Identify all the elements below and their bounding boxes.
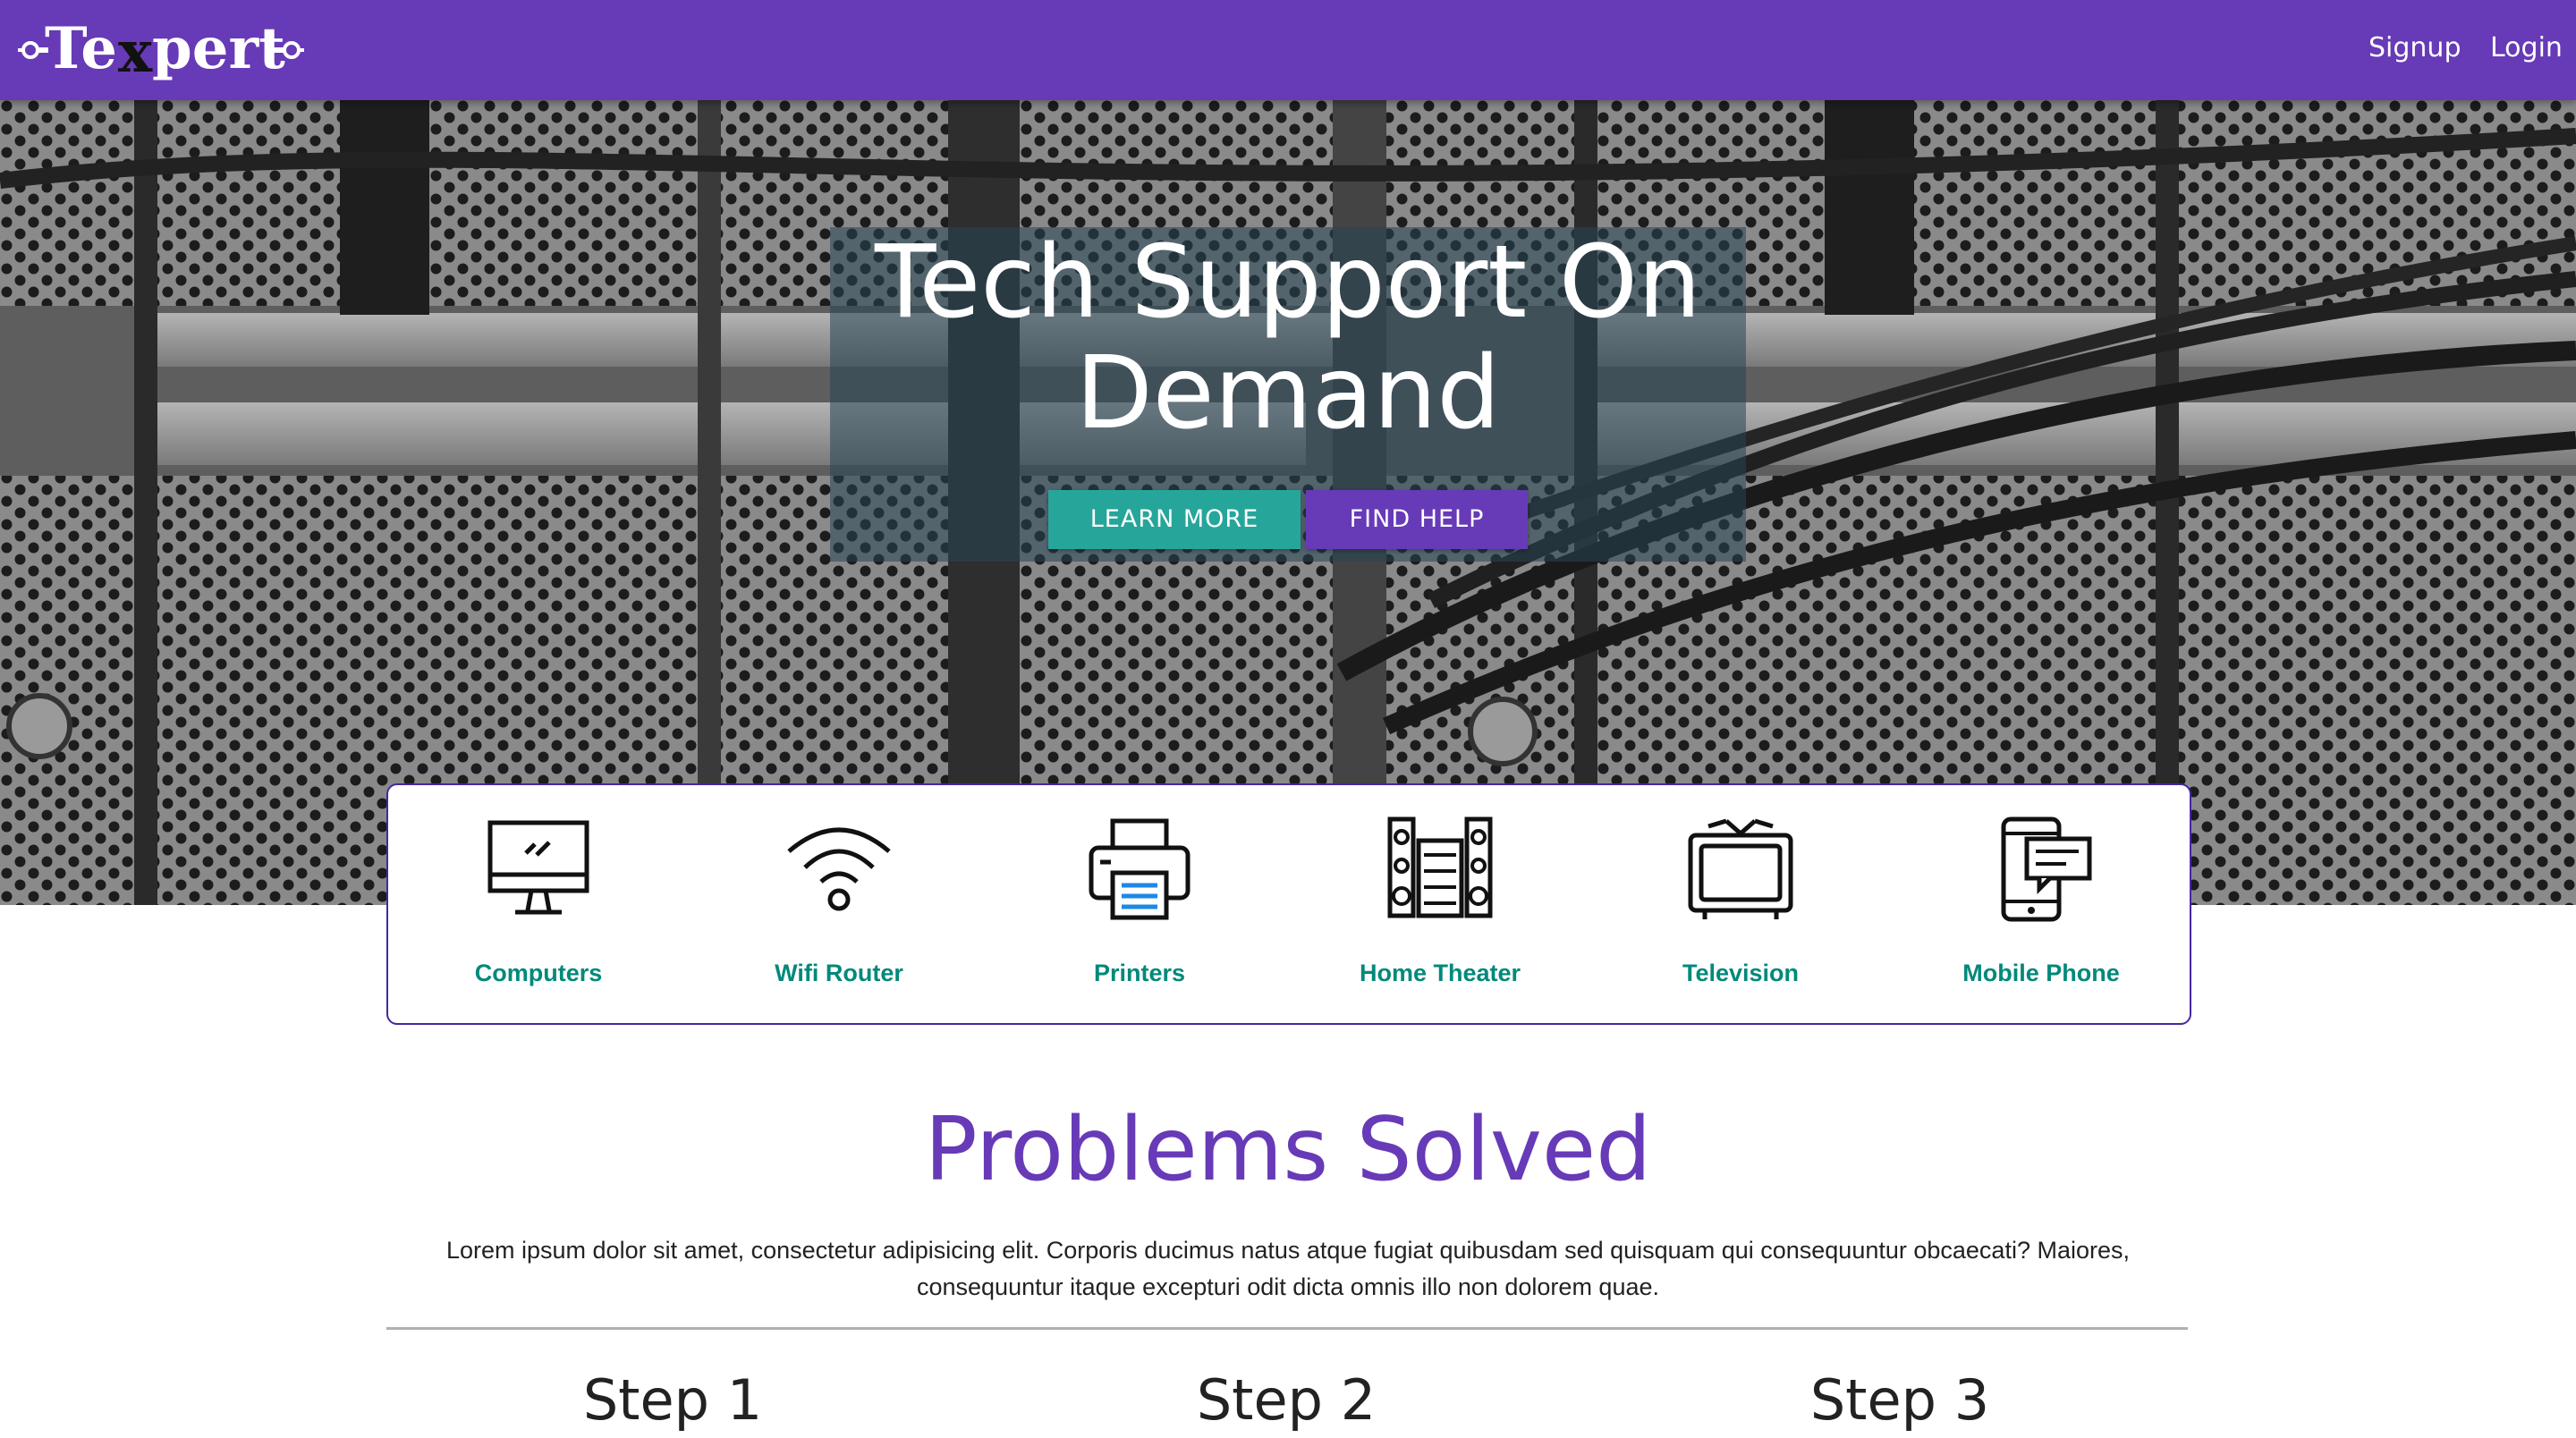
svg-text:pert: pert <box>152 15 285 82</box>
device-categories-card: Computers Wifi Router Printers Home Thea… <box>386 783 2191 1025</box>
step-1-heading: Step 1 <box>582 1367 763 1433</box>
category-computers[interactable]: Computers <box>388 785 689 1023</box>
category-label: Computers <box>474 960 603 986</box>
printer-icon <box>1089 818 1191 920</box>
category-printers[interactable]: Printers <box>989 785 1290 1023</box>
television-icon <box>1688 818 1793 919</box>
nav-signup-link[interactable]: Signup <box>2368 30 2462 66</box>
category-wifi-router[interactable]: Wifi Router <box>689 785 989 1023</box>
step-2-heading: Step 2 <box>1196 1367 1377 1433</box>
svg-text:x: x <box>118 19 153 86</box>
category-home-theater[interactable]: Home Theater <box>1290 785 1590 1023</box>
category-label: Television <box>1682 960 1800 986</box>
wifi-icon <box>787 827 891 911</box>
section-divider <box>386 1327 2188 1330</box>
step-3-heading: Step 3 <box>1809 1367 1990 1433</box>
nav-login-link[interactable]: Login <box>2490 30 2563 66</box>
navbar: Te x pert Signup Login <box>0 0 2576 100</box>
learn-more-button[interactable]: Learn More <box>1048 490 1301 549</box>
category-mobile-phone[interactable]: Mobile Phone <box>1891 785 2191 1023</box>
category-television[interactable]: Television <box>1590 785 1891 1023</box>
home-theater-icon <box>1387 816 1493 918</box>
mobile-phone-icon <box>2001 816 2092 922</box>
computer-icon <box>487 820 589 915</box>
hero-title: Tech Support On Demand <box>875 224 1701 452</box>
svg-text:Te: Te <box>45 15 117 82</box>
category-label: Printers <box>1093 960 1186 986</box>
problems-solved-description: Lorem ipsum dolor sit amet, consectetur … <box>445 1237 2130 1300</box>
category-label: Mobile Phone <box>1962 960 2120 986</box>
find-help-button[interactable]: Find Help <box>1306 490 1528 549</box>
category-label: Wifi Router <box>775 960 903 986</box>
brand-logo-graphic: Te x pert <box>18 15 304 86</box>
category-label: Home Theater <box>1359 960 1521 986</box>
brand-logo[interactable]: Te x pert <box>18 9 304 91</box>
problems-solved-heading: Problems Solved <box>924 1099 1652 1201</box>
